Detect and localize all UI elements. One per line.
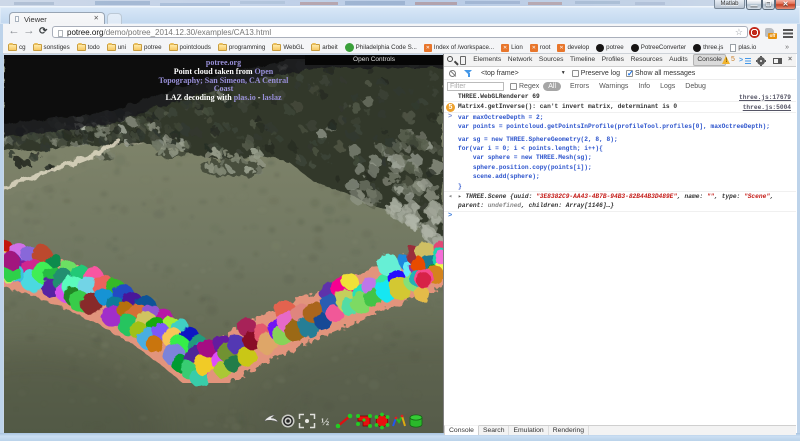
svg-text:½: ½ [321, 416, 329, 428]
